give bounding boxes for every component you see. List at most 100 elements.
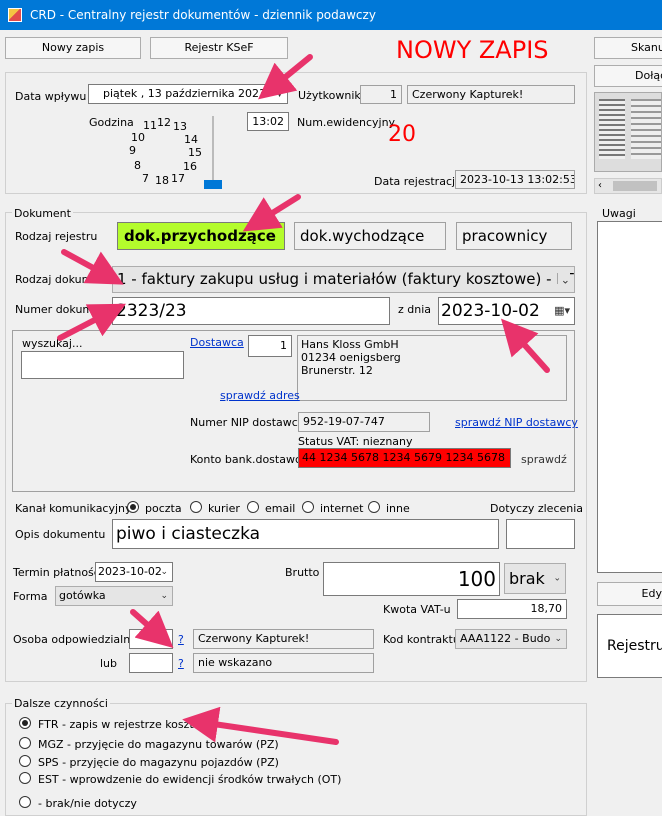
or-label: lub <box>100 657 118 670</box>
clock-num: 16 <box>183 160 197 173</box>
scrollbar-thumb[interactable] <box>613 181 657 191</box>
page-heading: NOWY ZAPIS <box>396 36 549 64</box>
order-field[interactable] <box>506 519 575 549</box>
edit-button[interactable]: Edy <box>597 582 662 606</box>
doc-number-field[interactable]: 2323/23 <box>112 297 390 325</box>
user-name-field: Czerwony Kapturek! <box>407 85 575 104</box>
attach-button[interactable]: Dołąc <box>594 65 662 87</box>
time-slider-track[interactable] <box>212 116 214 188</box>
time-slider-thumb[interactable] <box>204 180 222 189</box>
ksef-register-button[interactable]: Rejestr KSeF <box>150 37 288 59</box>
chevron-down-icon[interactable]: ⌄ <box>557 267 570 292</box>
new-entry-button[interactable]: Nowy zapis <box>5 37 141 59</box>
clock-num: 11 <box>143 119 157 132</box>
bank-account-field[interactable]: 44 1234 5678 1234 5679 1234 5678 <box>298 448 511 468</box>
payment-form-value: gotówka <box>59 589 106 602</box>
scan-button[interactable]: Skanu <box>594 37 662 59</box>
date-picker[interactable]: piątek , 13 października 2023 ▼ <box>88 84 288 104</box>
thumbnail-strip[interactable] <box>594 92 662 172</box>
reg-date-field: 2023-10-13 13:02:53 <box>455 170 575 189</box>
further-actions-label: Dalsze czynności <box>12 697 110 710</box>
check-nip-link[interactable]: sprawdź NIP dostawcy <box>455 416 578 429</box>
date-from-picker[interactable]: 2023-10-02 ▦▾ <box>438 297 575 325</box>
doc-type-select[interactable]: 1 - faktury zakupu usług i materiałów (f… <box>112 266 575 293</box>
clock-num: 18 <box>155 174 169 187</box>
calendar-icon[interactable]: ▦▾ <box>554 298 570 324</box>
person-name-field: Czerwony Kapturek! <box>193 629 374 649</box>
clock-num: 13 <box>173 120 187 133</box>
gross-amount-field[interactable]: 100 <box>323 562 500 596</box>
radio-mgz[interactable] <box>19 737 31 749</box>
person-help-link[interactable]: ? <box>178 633 184 646</box>
radio-ftr[interactable] <box>19 717 31 729</box>
contract-select[interactable]: AAA1122 - Budo ⌄ <box>455 629 567 649</box>
window-title: CRD - Centralny rejestr dokumentów - dzi… <box>30 8 376 22</box>
thumbnail-scrollbar[interactable]: ‹ <box>594 178 662 194</box>
clock-num: 10 <box>131 131 145 144</box>
doc-type-label: Rodzaj dokumentu <box>15 273 118 286</box>
description-field[interactable]: piwo i ciasteczka <box>112 519 499 549</box>
search-label: wyszukaj... <box>22 337 83 350</box>
radio-est[interactable] <box>19 772 31 784</box>
register-staff-button[interactable]: pracownicy <box>456 222 572 250</box>
channel-option: poczta <box>145 502 182 515</box>
alt-person-name-field: nie wskazano <box>193 653 374 673</box>
due-date-value: 2023-10-02 <box>98 565 162 578</box>
chevron-down-icon[interactable]: ⌄ <box>553 564 561 593</box>
radio-none[interactable] <box>19 796 31 808</box>
radio-channel-internet[interactable] <box>302 501 314 513</box>
radio-channel-courier[interactable] <box>190 501 202 513</box>
register-type-label: Rodzaj rejestru <box>15 230 98 243</box>
address-line: 01234 oenigsberg <box>301 351 401 364</box>
clock-num: 7 <box>142 172 149 185</box>
bank-label: Konto bank.dostawcy <box>190 453 308 466</box>
due-date-picker[interactable]: 2023-10-02 ⌄ <box>95 562 173 582</box>
chevron-left-icon[interactable]: ‹ <box>598 180 602 191</box>
vat-label: Kwota VAT-u <box>383 603 451 616</box>
payment-form-select[interactable]: gotówka ⌄ <box>55 586 173 606</box>
alt-person-help-link[interactable]: ? <box>178 657 184 670</box>
notes-field[interactable] <box>597 221 662 573</box>
channel-option: kurier <box>208 502 240 515</box>
gross-label: Brutto <box>285 566 320 579</box>
user-label: Użytkownik <box>298 89 361 102</box>
clock-face: 11 12 13 10 14 9 15 8 16 7 18 17 <box>120 116 210 188</box>
clock-num: 12 <box>157 116 171 129</box>
chevron-down-icon[interactable]: ⌄ <box>160 563 168 581</box>
chevron-down-icon[interactable]: ⌄ <box>552 630 562 648</box>
supplier-number-field[interactable]: 1 <box>248 335 292 357</box>
register-incoming-button[interactable]: dok.przychodzące <box>117 222 285 250</box>
further-option: SPS - przyjęcie do magazynu pojazdów (PZ… <box>38 756 279 769</box>
chevron-down-icon[interactable]: ▼ <box>276 85 283 103</box>
supplier-link[interactable]: Dostawca <box>190 336 244 349</box>
vat-amount-field[interactable]: 18,70 <box>457 599 567 619</box>
further-option: EST - wprowdzenie do ewidencji środków t… <box>38 773 342 786</box>
reg-date-label: Data rejestracji <box>374 175 459 188</box>
clock-num: 9 <box>129 144 136 157</box>
doc-type-value: 1 - faktury zakupu usług i materiałów (f… <box>117 270 575 288</box>
check-address-link[interactable]: sprawdź adres <box>220 389 300 402</box>
date-value: piątek , 13 października 2023 <box>103 87 267 100</box>
document-thumbnail[interactable] <box>631 99 661 159</box>
currency-select[interactable]: brak ⌄ <box>504 563 566 594</box>
desc-label: Opis dokumentu <box>15 528 106 541</box>
radio-channel-email[interactable] <box>247 501 259 513</box>
vat-status-text: Status VAT: nieznany <box>298 435 413 448</box>
form-label: Forma <box>13 590 48 603</box>
document-group-label: Dokument <box>12 207 73 220</box>
channel-option: internet <box>320 502 364 515</box>
register-button[interactable]: Rejestru <box>597 614 662 678</box>
radio-channel-post[interactable] <box>127 501 139 513</box>
document-thumbnail[interactable] <box>599 99 625 159</box>
clock-num: 17 <box>171 172 185 185</box>
supplier-search-field[interactable] <box>21 351 184 379</box>
register-outgoing-button[interactable]: dok.wychodzące <box>294 222 446 250</box>
clock-num: 15 <box>188 146 202 159</box>
date-from-label: z dnia <box>398 303 432 316</box>
chevron-down-icon[interactable]: ⌄ <box>160 587 168 605</box>
radio-sps[interactable] <box>19 755 31 767</box>
radio-channel-other[interactable] <box>368 501 380 513</box>
alt-person-id-field[interactable] <box>129 653 173 673</box>
person-id-field[interactable]: 1 <box>129 629 173 649</box>
time-field[interactable]: 13:02 <box>247 112 289 131</box>
